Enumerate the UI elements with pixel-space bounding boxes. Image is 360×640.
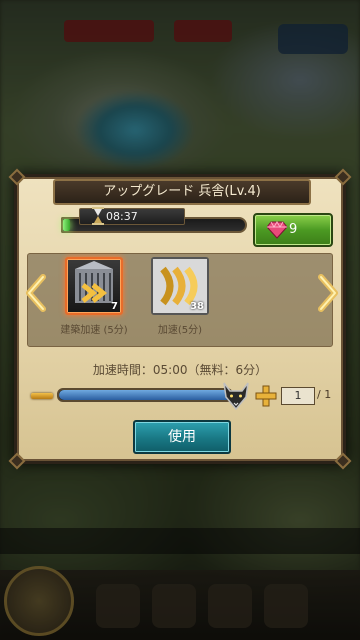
speedup-dialog: アップグレード 兵舎(Lv.4) 08:37 9 7 38 建築加速 (5分) … [8, 168, 352, 470]
upgrade-progress-fill [63, 219, 71, 231]
item-slot-building-speedup[interactable]: 7 [65, 257, 123, 315]
hourglass-icon [92, 207, 104, 225]
quantity-max: / 1 [317, 388, 332, 401]
item-label: 建築加速 (5分) [60, 325, 128, 336]
item-label: 加速(5分) [157, 325, 203, 336]
item-count: 7 [111, 301, 118, 312]
gem-speedup-button[interactable]: 9 [253, 213, 333, 247]
gem-cost: 9 [289, 222, 298, 237]
speedup-time-text: 加速時間：05:00（無料：6分） [92, 363, 268, 377]
scroll-left-arrow-icon[interactable] [23, 273, 49, 313]
item-count: 38 [190, 301, 204, 312]
plus-button-icon[interactable] [255, 385, 277, 407]
scroll-right-arrow-icon[interactable] [315, 273, 341, 313]
use-button[interactable]: 使用 [133, 420, 231, 454]
slider-fill [59, 390, 231, 400]
dialog-title: アップグレード 兵舎(Lv.4) [53, 179, 311, 205]
item-slot-speedup[interactable]: 38 [151, 257, 209, 315]
wolf-head-slider-thumb-icon[interactable] [221, 381, 251, 411]
quantity-input[interactable]: 1 [281, 387, 315, 405]
gem-icon [267, 221, 287, 239]
minus-button[interactable] [31, 393, 53, 399]
quantity-slider[interactable] [57, 388, 233, 402]
